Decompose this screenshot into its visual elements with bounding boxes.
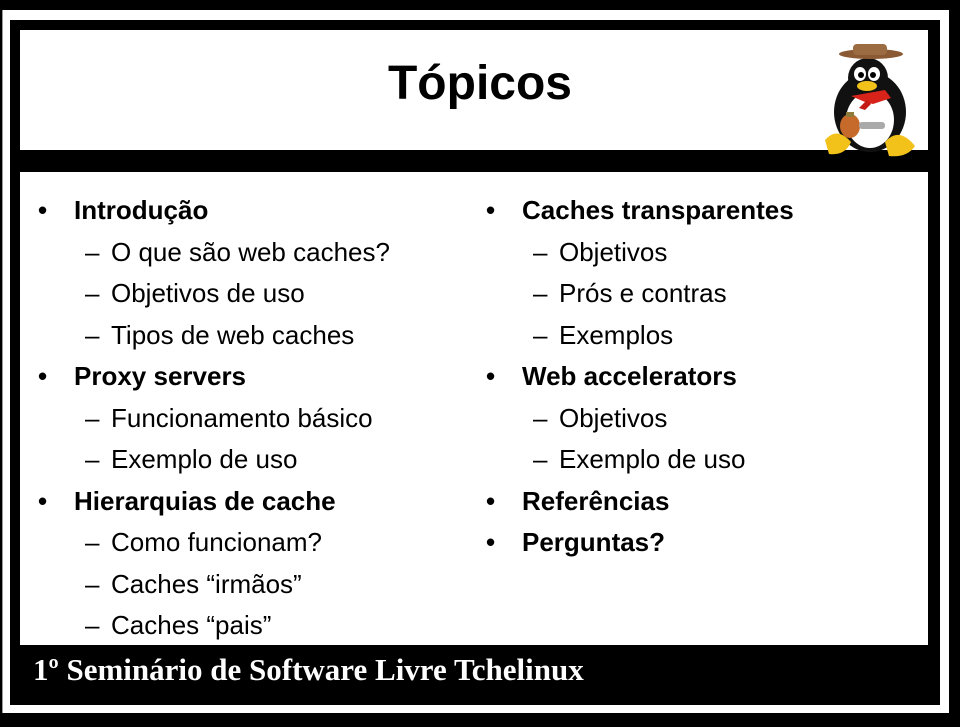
item-text: Exemplos xyxy=(559,319,674,350)
topic-item: • Perguntas? xyxy=(486,522,794,564)
dash-icon: – xyxy=(533,444,548,474)
bullet-icon: • xyxy=(486,195,496,225)
subtopic-item: – Como funcionam? xyxy=(38,522,390,564)
subtopic-item: – Prós e contras xyxy=(486,273,794,315)
bullet-icon: • xyxy=(486,527,496,557)
item-text: Objetivos xyxy=(559,402,668,433)
bullet-icon: • xyxy=(38,361,48,391)
bullet-icon: • xyxy=(486,485,496,516)
dash-icon: – xyxy=(85,278,100,308)
dash-icon: – xyxy=(85,444,100,474)
topic-item: • Proxy servers xyxy=(38,356,390,398)
dash-icon: – xyxy=(85,568,100,599)
dash-icon: – xyxy=(533,236,548,267)
subtopic-item: – Objetivos de uso xyxy=(38,273,390,315)
item-text: Objetivos de uso xyxy=(111,278,305,308)
dash-icon: – xyxy=(533,278,548,308)
tux-gaucho-logo-icon xyxy=(815,42,925,158)
subtopic-item: – Tipos de web caches xyxy=(38,315,390,357)
item-text: Hierarquias de cache xyxy=(74,485,336,516)
item-text: Funcionamento básico xyxy=(111,402,373,433)
item-text: Exemplo de uso xyxy=(559,444,746,474)
item-text: Objetivos xyxy=(559,236,668,267)
item-text: Prós e contras xyxy=(559,278,727,308)
topic-item: • Introdução xyxy=(38,190,390,232)
topic-item: • Hierarquias de cache xyxy=(38,481,390,523)
item-text: Introdução xyxy=(74,195,209,225)
item-text: Referências xyxy=(522,485,670,516)
dash-icon: – xyxy=(85,236,100,267)
dash-icon: – xyxy=(85,402,100,433)
event-footer: 1º Seminário de Software Livre Tchelinux xyxy=(33,652,584,687)
slide-content: • Introdução – O que são web caches? – Objeti… xyxy=(20,172,928,645)
item-text: Web accelerators xyxy=(522,361,737,391)
bullet-icon: • xyxy=(38,485,48,516)
bullet-icon: • xyxy=(486,361,496,391)
topics-column-left: • Introdução – O que são web caches? – Objeti… xyxy=(38,190,390,647)
dash-icon: – xyxy=(85,319,100,350)
item-text: Tipos de web caches xyxy=(111,319,355,350)
item-text: O que são web caches? xyxy=(111,236,390,267)
subtopic-item: – Exemplos xyxy=(486,315,794,357)
topics-column-right: • Caches transparentes – Objetivos – Prós e c… xyxy=(486,190,794,564)
item-text: Perguntas? xyxy=(522,527,666,557)
item-text: Caches “irmãos” xyxy=(111,568,302,599)
topic-item: • Caches transparentes xyxy=(486,190,794,232)
item-text: Como funcionam? xyxy=(111,527,322,557)
subtopic-item: – Exemplo de uso xyxy=(38,439,390,481)
item-text: Proxy servers xyxy=(74,361,247,391)
topic-item: • Web accelerators xyxy=(486,356,794,398)
dash-icon: – xyxy=(85,527,100,557)
item-text: Exemplo de uso xyxy=(111,444,298,474)
dash-icon: – xyxy=(533,319,548,350)
bullet-icon: • xyxy=(38,195,48,225)
dash-icon: – xyxy=(533,402,548,433)
subtopic-item: – Caches “irmãos” xyxy=(38,564,390,606)
subtopic-item: – Objetivos xyxy=(486,398,794,440)
item-text: Caches “pais” xyxy=(111,610,272,640)
item-text: Caches transparentes xyxy=(522,195,794,225)
subtopic-item: – Objetivos xyxy=(486,232,794,274)
subtopic-item: – Caches “pais” xyxy=(38,605,390,647)
subtopic-item: – O que são web caches? xyxy=(38,232,390,274)
subtopic-item: – Funcionamento básico xyxy=(38,398,390,440)
dash-icon: – xyxy=(85,610,100,640)
subtopic-item: – Exemplo de uso xyxy=(486,439,794,481)
topic-item: • Referências xyxy=(486,481,794,523)
